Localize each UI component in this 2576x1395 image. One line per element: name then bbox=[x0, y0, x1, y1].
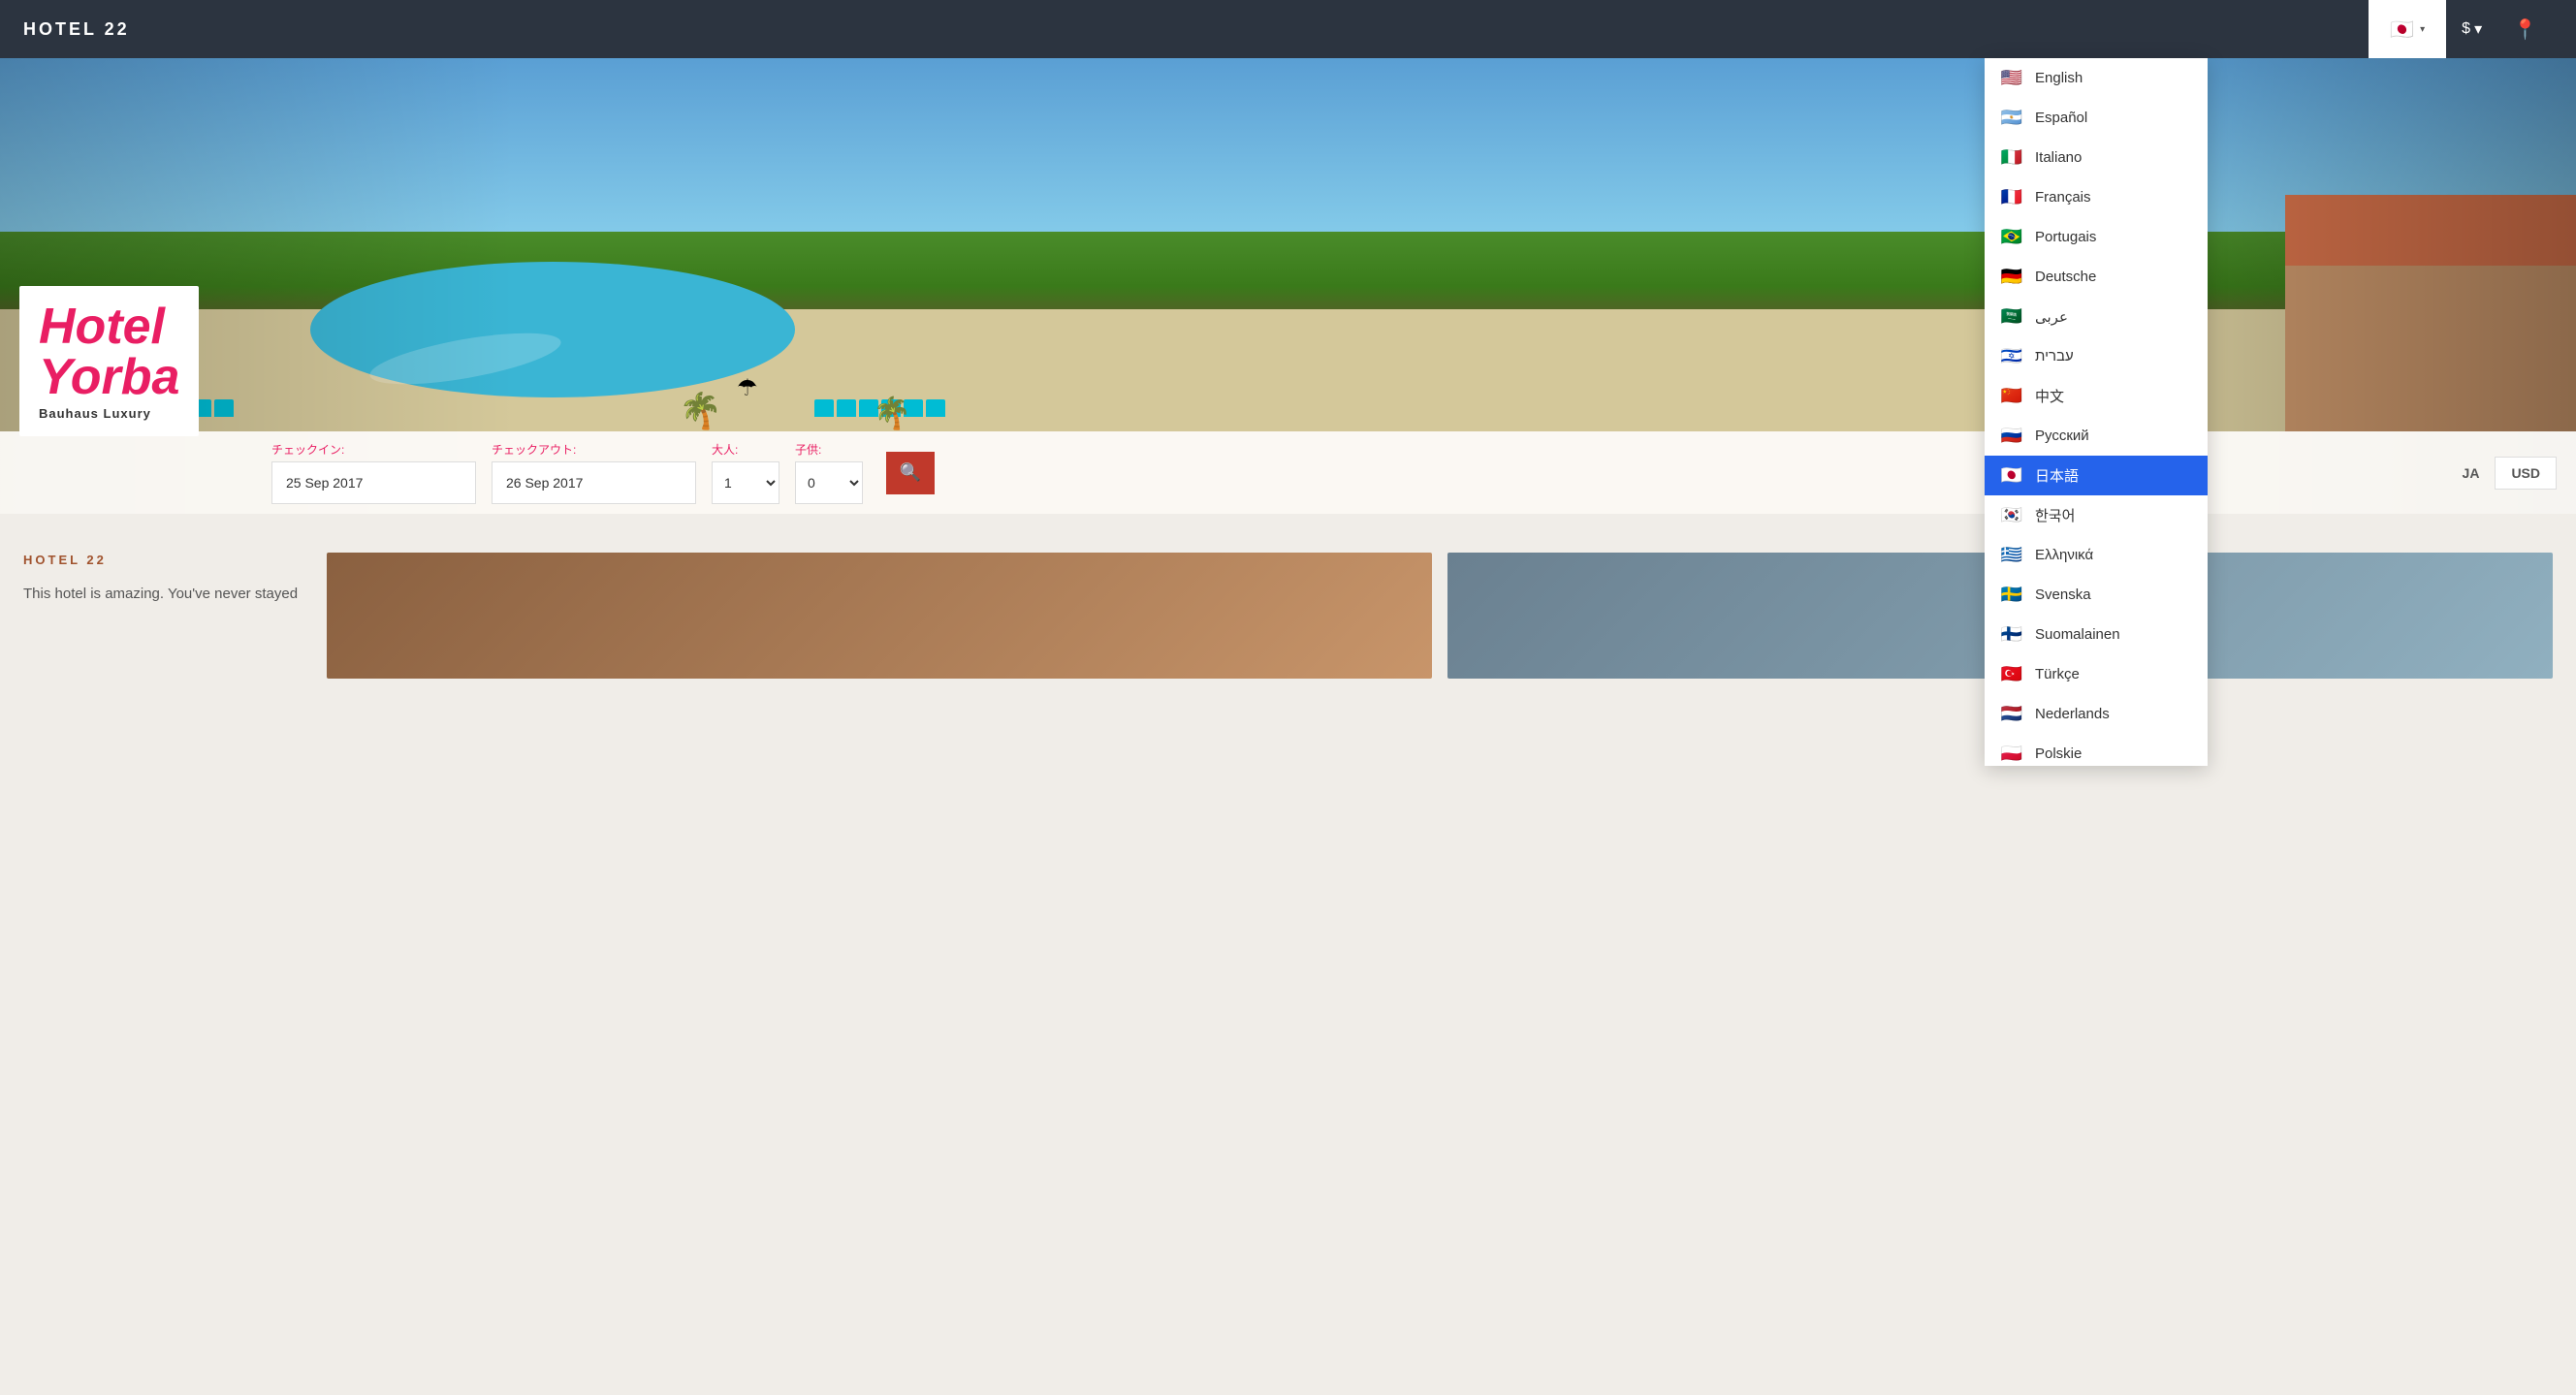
lang-flag: 🇸🇦 bbox=[2000, 306, 2023, 327]
language-selector-button[interactable]: 🇯🇵 ▾ bbox=[2369, 0, 2446, 58]
site-logo: HOTEL 22 bbox=[23, 19, 130, 40]
hotel-name-line1: Hotel bbox=[39, 301, 179, 352]
checkout-field: チェックアウト: bbox=[492, 441, 696, 504]
lang-label: English bbox=[2035, 70, 2083, 86]
lang-flag: 🇬🇷 bbox=[2000, 545, 2023, 565]
children-label: 子供: bbox=[795, 441, 863, 458]
lang-flag: 🇫🇮 bbox=[2000, 624, 2023, 645]
lang-label: 日本語 bbox=[2035, 465, 2079, 486]
checkin-input[interactable] bbox=[271, 461, 476, 504]
section-heading: HOTEL 22 bbox=[23, 553, 298, 567]
lang-label: 中文 bbox=[2035, 386, 2064, 406]
lang-flag: 🇩🇪 bbox=[2000, 267, 2023, 287]
lang-label: Deutsche bbox=[2035, 269, 2096, 285]
lang-label: Italiano bbox=[2035, 149, 2082, 166]
lang-label: Svenska bbox=[2035, 587, 2091, 603]
lang-option-español[interactable]: 🇦🇷 Español bbox=[1985, 98, 2208, 138]
lang-label: Français bbox=[2035, 189, 2091, 206]
hotel-subtitle: Bauhaus Luxury bbox=[39, 406, 179, 421]
adults-select[interactable]: 1 2 3 4 bbox=[712, 461, 779, 504]
lang-flag: 🇫🇷 bbox=[2000, 187, 2023, 207]
lang-option-日本語[interactable]: 🇯🇵 日本語 bbox=[1985, 456, 2208, 495]
current-lang-flag: 🇯🇵 bbox=[2390, 17, 2414, 42]
children-field: 子供: 0 1 2 3 bbox=[795, 441, 863, 504]
language-dropdown: 🇺🇸 English 🇦🇷 Español 🇮🇹 Italiano 🇫🇷 Français 🇧🇷… bbox=[1985, 58, 2208, 766]
checkout-label: チェックアウト: bbox=[492, 441, 696, 458]
lang-label: Polskie bbox=[2035, 745, 2082, 762]
lang-option-deutsche[interactable]: 🇩🇪 Deutsche bbox=[1985, 257, 2208, 297]
currency-button[interactable]: $ ▾ bbox=[2446, 0, 2497, 58]
booking-extras: JA USD bbox=[2463, 457, 2557, 490]
checkin-label: チェックイン: bbox=[271, 441, 476, 458]
content-description: HOTEL 22 This hotel is amazing. You've n… bbox=[23, 553, 298, 679]
lang-label: עברית bbox=[2035, 348, 2074, 365]
lang-flag: 🇨🇳 bbox=[2000, 386, 2023, 406]
lang-flag: 🇳🇱 bbox=[2000, 704, 2023, 724]
hotel-name-line2: Yorba bbox=[39, 352, 179, 402]
lang-label: عربى bbox=[2035, 308, 2068, 326]
lang-option-русский[interactable]: 🇷🇺 Русский bbox=[1985, 416, 2208, 456]
lang-flag: 🇮🇱 bbox=[2000, 346, 2023, 366]
section-description: This hotel is amazing. You've never stay… bbox=[23, 583, 298, 606]
lang-label: Ελληνικά bbox=[2035, 547, 2093, 563]
lang-flag: 🇷🇺 bbox=[2000, 426, 2023, 446]
location-icon: 📍 bbox=[2513, 17, 2537, 42]
hotel-logo-box: Hotel Yorba Bauhaus Luxury bbox=[19, 286, 199, 436]
search-button[interactable]: 🔍 bbox=[886, 452, 935, 494]
lang-flag: 🇯🇵 bbox=[2000, 465, 2023, 486]
lang-option-türkçe[interactable]: 🇹🇷 Türkçe bbox=[1985, 654, 2208, 694]
lang-label: 한국어 bbox=[2035, 505, 2075, 525]
lang-option-nederlands[interactable]: 🇳🇱 Nederlands bbox=[1985, 694, 2208, 734]
lang-flag: 🇮🇹 bbox=[2000, 147, 2023, 168]
search-icon: 🔍 bbox=[900, 462, 921, 483]
header: HOTEL 22 🇯🇵 ▾ $ ▾ 📍 bbox=[0, 0, 2576, 58]
lang-option-中文[interactable]: 🇨🇳 中文 bbox=[1985, 376, 2208, 416]
lang-option-suomalainen[interactable]: 🇫🇮 Suomalainen bbox=[1985, 615, 2208, 654]
lang-chevron-icon: ▾ bbox=[2420, 24, 2425, 35]
lang-option-ελληνικά[interactable]: 🇬🇷 Ελληνικά bbox=[1985, 535, 2208, 575]
room-card-1[interactable] bbox=[327, 553, 1432, 679]
checkin-field: チェックイン: bbox=[271, 441, 476, 504]
lang-flag: 🇺🇸 bbox=[2000, 68, 2023, 88]
lang-option-한국어[interactable]: 🇰🇷 한국어 bbox=[1985, 495, 2208, 535]
checkout-input[interactable] bbox=[492, 461, 696, 504]
lang-flag: 🇵🇱 bbox=[2000, 744, 2023, 764]
lang-code-display: JA bbox=[2463, 465, 2480, 481]
lang-flag: 🇸🇪 bbox=[2000, 585, 2023, 605]
lang-label: Suomalainen bbox=[2035, 626, 2120, 643]
children-select[interactable]: 0 1 2 3 bbox=[795, 461, 863, 504]
lang-option-français[interactable]: 🇫🇷 Français bbox=[1985, 177, 2208, 217]
lang-label: Español bbox=[2035, 110, 2087, 126]
lang-option-עברית[interactable]: 🇮🇱 עברית bbox=[1985, 336, 2208, 376]
lang-option-italiano[interactable]: 🇮🇹 Italiano bbox=[1985, 138, 2208, 177]
currency-code-display: USD bbox=[2495, 457, 2557, 490]
adults-label: 大人: bbox=[712, 441, 779, 458]
location-button[interactable]: 📍 bbox=[2497, 0, 2553, 58]
lang-label: Portugais bbox=[2035, 229, 2096, 245]
lang-label: Русский bbox=[2035, 428, 2089, 444]
lang-option-polskie[interactable]: 🇵🇱 Polskie bbox=[1985, 734, 2208, 766]
lang-flag: 🇹🇷 bbox=[2000, 664, 2023, 684]
lang-flag: 🇦🇷 bbox=[2000, 108, 2023, 128]
lang-option-عربى[interactable]: 🇸🇦 عربى bbox=[1985, 297, 2208, 336]
header-controls: 🇯🇵 ▾ $ ▾ 📍 bbox=[2369, 0, 2553, 58]
lang-label: Türkçe bbox=[2035, 666, 2080, 682]
lang-flag: 🇧🇷 bbox=[2000, 227, 2023, 247]
lang-option-english[interactable]: 🇺🇸 English bbox=[1985, 58, 2208, 98]
lang-label: Nederlands bbox=[2035, 706, 2110, 722]
lang-option-svenska[interactable]: 🇸🇪 Svenska bbox=[1985, 575, 2208, 615]
room-cards bbox=[327, 553, 2553, 679]
lang-flag: 🇰🇷 bbox=[2000, 505, 2023, 525]
lang-option-portugais[interactable]: 🇧🇷 Portugais bbox=[1985, 217, 2208, 257]
adults-field: 大人: 1 2 3 4 bbox=[712, 441, 779, 504]
